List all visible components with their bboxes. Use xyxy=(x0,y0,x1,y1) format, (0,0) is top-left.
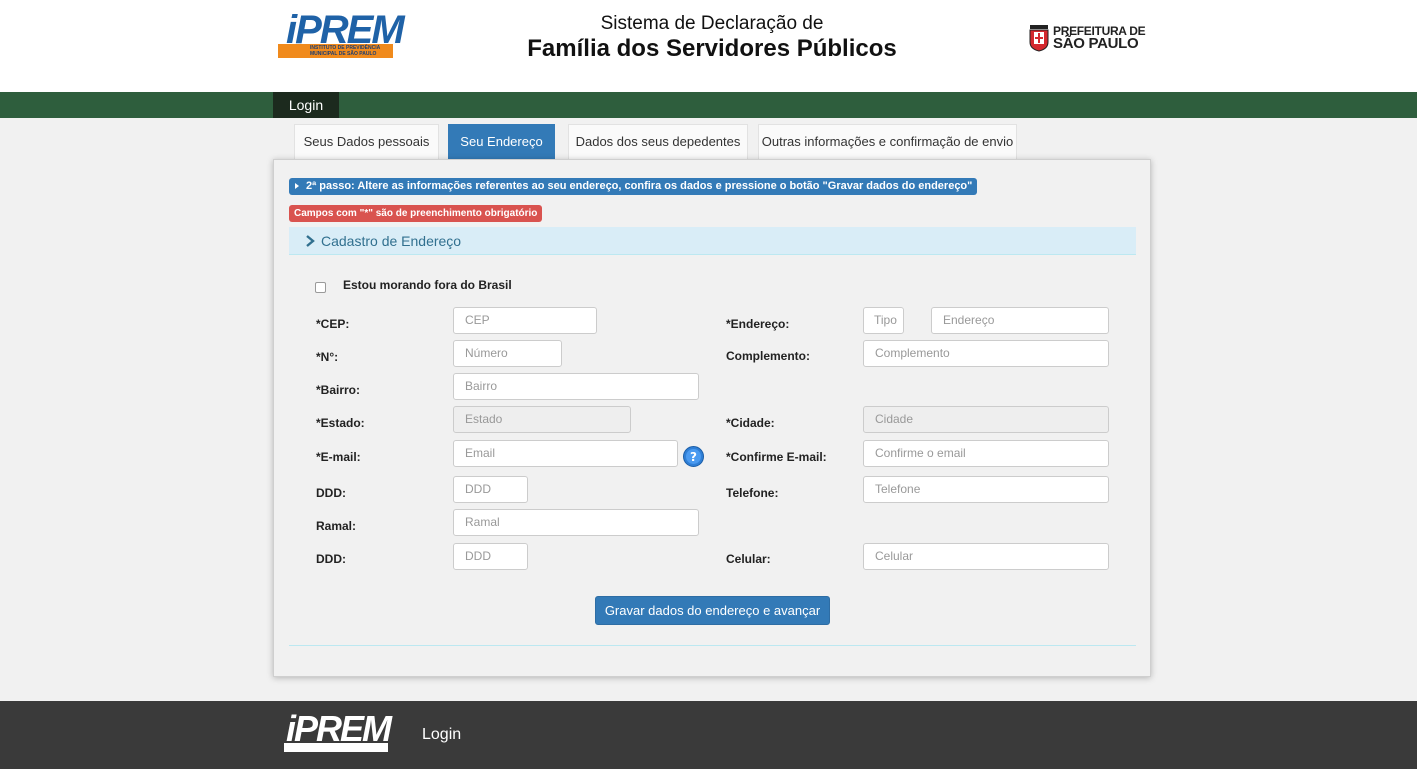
sp-crest-icon xyxy=(1029,25,1049,52)
top-navbar: Login xyxy=(0,92,1417,118)
cidade-select[interactable]: Cidade xyxy=(863,406,1109,433)
bairro-input[interactable]: Bairro xyxy=(453,373,699,400)
prefeitura-sp-logo[interactable]: PREFEITURA DE SÃO PAULO xyxy=(1028,22,1148,56)
confirm-email-input[interactable]: Confirme o email xyxy=(863,440,1109,467)
save-address-button[interactable]: Gravar dados do endereço e avançar xyxy=(595,596,830,625)
address-panel: 2ª passo: Altere as informações referent… xyxy=(273,159,1151,677)
complemento-input[interactable]: Complemento xyxy=(863,340,1109,367)
page-header: iPREM INSTITUTO DE PREVIDÊNCIA MUNICIPAL… xyxy=(0,0,1417,92)
endereco-label: *Endereço: xyxy=(726,317,790,331)
email-label: *E-mail: xyxy=(316,450,361,464)
telefone-label: Telefone: xyxy=(726,486,779,500)
footer-logo-bar xyxy=(284,743,388,752)
chevron-right-icon xyxy=(306,235,315,247)
footer-login-link[interactable]: Login xyxy=(422,726,461,744)
confirm-email-label: *Confirme E-mail: xyxy=(726,450,827,464)
step-info-label: 2ª passo: Altere as informações referent… xyxy=(289,178,978,195)
step-info-text: 2ª passo: Altere as informações referent… xyxy=(306,180,973,192)
section-header[interactable]: Cadastro de Endereço xyxy=(289,227,1136,255)
section-title: Cadastro de Endereço xyxy=(321,233,462,249)
complemento-label: Complemento: xyxy=(726,349,810,363)
tab-dados-pessoais[interactable]: Seus Dados pessoais xyxy=(294,124,439,160)
ramal-input[interactable]: Ramal xyxy=(453,509,699,536)
estado-select[interactable]: Estado xyxy=(453,406,631,433)
page-footer: iPREM Login xyxy=(0,701,1417,769)
email-input[interactable]: Email xyxy=(453,440,678,467)
endereco-input[interactable]: Endereço xyxy=(931,307,1109,334)
panel-divider xyxy=(289,645,1136,646)
tab-outras-informacoes[interactable]: Outras informações e confirmação de envi… xyxy=(758,124,1017,160)
numero-input[interactable]: Número xyxy=(453,340,562,367)
ramal-label: Ramal: xyxy=(316,519,357,533)
cep-input[interactable]: CEP xyxy=(453,307,597,334)
celular-label: Celular: xyxy=(726,552,771,566)
abroad-checkbox[interactable] xyxy=(315,282,326,293)
help-icon[interactable]: ? xyxy=(683,446,704,467)
page-title-line2: Família dos Servidores Públicos xyxy=(527,35,897,62)
estado-label: *Estado: xyxy=(316,416,365,430)
numero-label: *N°: xyxy=(316,350,339,364)
ddd-telefone-input[interactable]: DDD xyxy=(453,476,528,503)
cidade-label: *Cidade: xyxy=(726,416,775,430)
nav-login-link[interactable]: Login xyxy=(273,92,339,118)
page-title-line1: Sistema de Declaração de xyxy=(600,13,824,34)
svg-text:?: ? xyxy=(690,450,697,464)
ddd-celular-input[interactable]: DDD xyxy=(453,543,528,570)
tipo-logradouro-input[interactable]: Tipo xyxy=(863,307,904,334)
required-fields-label: Campos com "*" são de preenchimento obri… xyxy=(289,205,543,222)
bairro-label: *Bairro: xyxy=(316,383,361,397)
ddd-telefone-label: DDD: xyxy=(316,486,346,500)
footer-logo-text: iPREM xyxy=(286,708,392,749)
caret-right-icon xyxy=(295,183,299,189)
sp-logo-line2: SÃO PAULO xyxy=(1053,35,1139,52)
tab-dependentes[interactable]: Dados dos seus depedentes xyxy=(568,124,748,160)
footer-iprem-logo[interactable]: iPREM xyxy=(284,708,392,753)
celular-input[interactable]: Celular xyxy=(863,543,1109,570)
cep-label: *CEP: xyxy=(316,317,350,331)
ddd-celular-label: DDD: xyxy=(316,552,346,566)
telefone-input[interactable]: Telefone xyxy=(863,476,1109,503)
tab-endereco[interactable]: Seu Endereço xyxy=(448,124,555,160)
abroad-checkbox-label[interactable]: Estou morando fora do Brasil xyxy=(343,278,512,292)
